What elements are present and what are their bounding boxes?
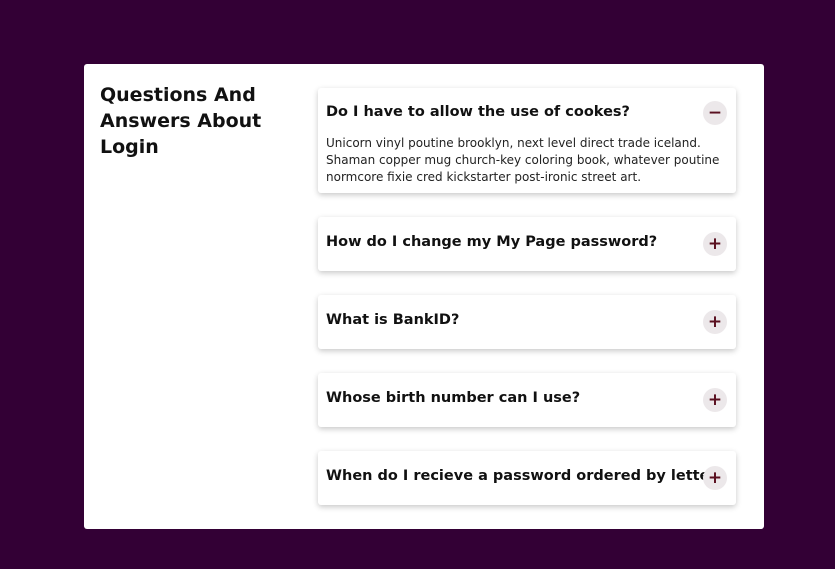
faq-card: Questions And Answers About Login Do I h… — [84, 64, 764, 529]
faq-header-cookies[interactable]: Do I have to allow the use of cookes? − — [318, 88, 736, 140]
faq-item-change-password: How do I change my My Page password? + — [318, 217, 736, 271]
faq-list: Do I have to allow the use of cookes? − … — [318, 88, 736, 529]
faq-question: Do I have to allow the use of cookes? — [326, 104, 630, 120]
faq-header-password-letter[interactable]: When do I recieve a password ordered by … — [318, 451, 736, 505]
page-title: Questions And Answers About Login — [100, 84, 262, 158]
faq-item-password-letter: When do I recieve a password ordered by … — [318, 451, 736, 505]
faq-header-birth-number[interactable]: Whose birth number can I use? + — [318, 373, 736, 427]
minus-icon[interactable]: − — [703, 101, 727, 125]
faq-header-change-password[interactable]: How do I change my My Page password? + — [318, 217, 736, 271]
plus-icon[interactable]: + — [703, 466, 727, 490]
faq-header-bankid[interactable]: What is BankID? + — [318, 295, 736, 349]
faq-question: How do I change my My Page password? — [326, 234, 658, 250]
faq-item-birth-number: Whose birth number can I use? + — [318, 373, 736, 427]
faq-question: Whose birth number can I use? — [326, 390, 581, 406]
faq-item-cookies: Do I have to allow the use of cookes? − … — [318, 88, 736, 193]
faq-question: What is BankID? — [326, 312, 460, 328]
faq-item-bankid: What is BankID? + — [318, 295, 736, 349]
faq-question: When do I recieve a password ordered by … — [326, 468, 725, 484]
plus-icon[interactable]: + — [703, 310, 727, 334]
faq-answer: Unicorn vinyl poutine brooklyn, next lev… — [326, 136, 720, 184]
plus-icon[interactable]: + — [703, 388, 727, 412]
plus-icon[interactable]: + — [703, 232, 727, 256]
